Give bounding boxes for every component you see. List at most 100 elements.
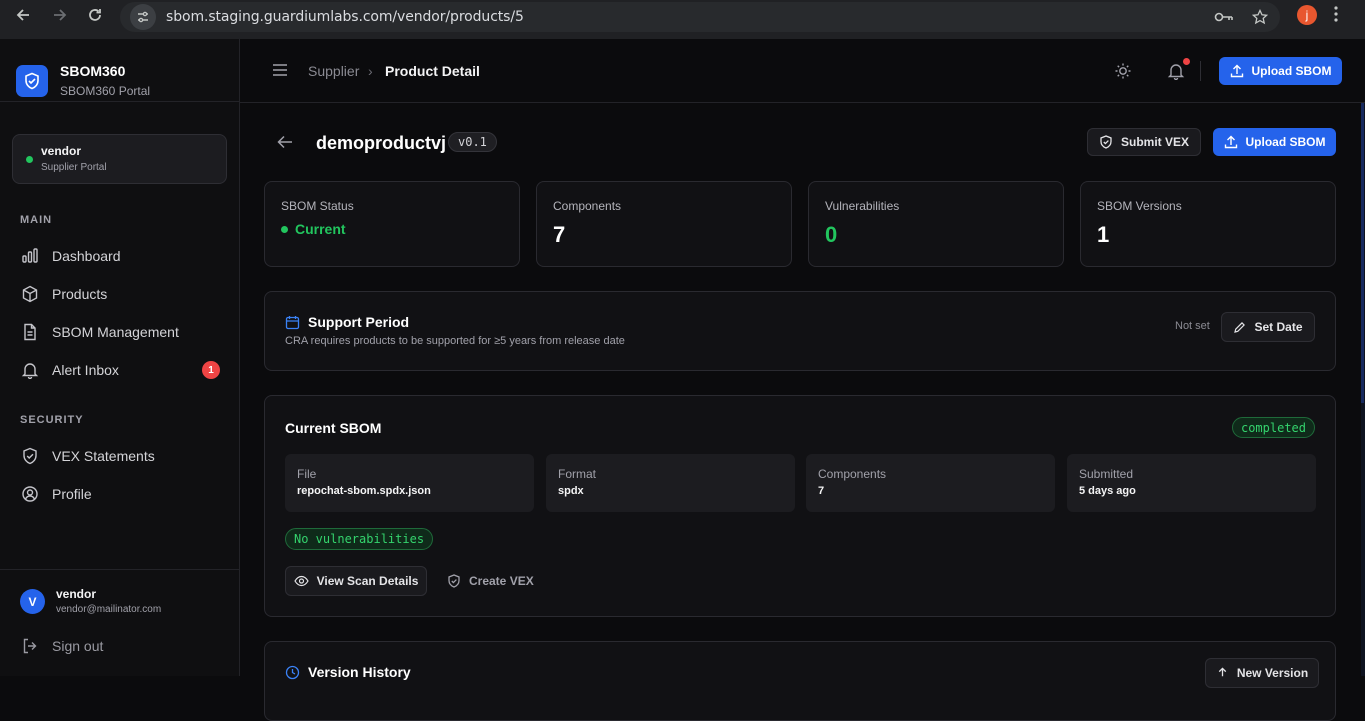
- stat-label: SBOM Status: [281, 199, 354, 213]
- menu-icon[interactable]: [272, 63, 288, 77]
- arrow-left-icon: [16, 9, 29, 21]
- page-title: demoproductvj: [316, 133, 447, 153]
- user-name: vendor: [56, 587, 97, 601]
- star-icon[interactable]: [1252, 9, 1268, 25]
- stat-value: 0: [825, 222, 838, 247]
- view-scan-details-button[interactable]: View Scan Details: [285, 566, 427, 596]
- user-circle-icon: [20, 484, 40, 504]
- divider: [0, 569, 239, 570]
- stat-card-components: Components 7: [536, 181, 792, 267]
- status-indicator: Current: [281, 221, 346, 237]
- stat-card-vulnerabilities: Vulnerabilities 0: [808, 181, 1064, 267]
- create-vex-label: Create VEX: [469, 574, 534, 588]
- upload-icon: [1230, 64, 1243, 78]
- info-cell-file: File repochat-sbom.spdx.json: [285, 454, 534, 512]
- browser-menu-icon[interactable]: [1334, 6, 1338, 22]
- info-label: Format: [558, 467, 597, 481]
- back-arrow-icon[interactable]: [277, 135, 293, 149]
- info-cell-components: Components 7: [806, 454, 1055, 512]
- notification-bell-icon[interactable]: [1167, 62, 1185, 80]
- shield-icon: [448, 574, 460, 588]
- info-cell-format: Format spdx: [546, 454, 795, 512]
- stat-value: 1: [1097, 222, 1110, 247]
- breadcrumb-supplier[interactable]: Supplier: [308, 63, 359, 79]
- new-version-button[interactable]: New Version: [1205, 658, 1319, 688]
- upload-label: Upload SBOM: [1245, 135, 1326, 149]
- eye-icon: [293, 575, 309, 587]
- upload-icon: [1218, 666, 1227, 676]
- stat-label: Vulnerabilities: [825, 199, 900, 213]
- arrow-right-icon: [54, 9, 67, 21]
- brand[interactable]: SBOM360 SBOM360 Portal: [16, 63, 150, 98]
- sidebar-item-alert-inbox[interactable]: Alert Inbox 1: [20, 355, 220, 385]
- support-period-panel: Support Period CRA requires products to …: [264, 291, 1336, 371]
- sidebar-item-products[interactable]: Products: [20, 279, 220, 309]
- stat-value: 7: [553, 222, 566, 247]
- back-button[interactable]: [5, 0, 41, 30]
- profile-avatar[interactable]: j: [1297, 5, 1317, 25]
- clock-icon: [285, 665, 300, 679]
- create-vex-button[interactable]: Create VEX: [447, 574, 534, 588]
- forward-button[interactable]: [42, 0, 78, 30]
- info-label: File: [297, 467, 317, 481]
- brand-title: SBOM360: [60, 63, 126, 79]
- section-label-security: SECURITY: [20, 414, 84, 426]
- alert-count-badge: 1: [202, 361, 220, 379]
- site-settings-icon[interactable]: [130, 4, 156, 30]
- support-period-status: Not set: [1175, 320, 1210, 332]
- version-history-title: Version History: [285, 664, 411, 680]
- online-status-dot: [26, 156, 33, 163]
- version-badge: v0.1: [448, 132, 497, 152]
- info-label: Submitted: [1079, 467, 1134, 481]
- divider: [1200, 61, 1201, 81]
- status-badge: completed: [1231, 417, 1315, 438]
- sidebar-item-label: Alert Inbox: [52, 362, 119, 378]
- sidebar-item-sbom-management[interactable]: SBOM Management: [20, 317, 220, 347]
- stat-card-sbom-versions: SBOM Versions 1: [1080, 181, 1336, 267]
- reload-button[interactable]: [77, 0, 113, 30]
- info-label: Components: [818, 467, 887, 481]
- user-email: vendor@mailinator.com: [56, 604, 162, 615]
- version-history-panel: Version History New Version: [264, 641, 1336, 721]
- address-bar[interactable]: sbom.staging.guardiumlabs.com/vendor/pro…: [120, 2, 1280, 32]
- header-upload-sbom-button[interactable]: Upload SBOM: [1219, 57, 1342, 85]
- stat-label: SBOM Versions: [1097, 199, 1182, 213]
- notification-dot: [1183, 58, 1190, 65]
- sidebar-item-label: Products: [52, 286, 108, 302]
- view-scan-label: View Scan Details: [316, 574, 419, 588]
- shield-check-icon: [20, 446, 40, 466]
- support-period-title: Support Period: [285, 314, 409, 330]
- sidebar-item-label: SBOM Management: [52, 324, 179, 340]
- stat-label: Components: [553, 199, 622, 213]
- set-date-label: Set Date: [1254, 320, 1303, 334]
- file-icon: [20, 322, 40, 342]
- sidebar-item-vex-statements[interactable]: VEX Statements: [20, 441, 220, 471]
- theme-toggle-icon[interactable]: [1114, 62, 1132, 80]
- info-cell-submitted: Submitted 5 days ago: [1067, 454, 1316, 512]
- portal-name: vendor: [41, 144, 82, 158]
- stat-card-sbom-status: SBOM Status Current: [264, 181, 520, 267]
- portal-switcher[interactable]: vendor Supplier Portal: [12, 134, 227, 184]
- submit-vex-button[interactable]: Submit VEX: [1087, 128, 1201, 156]
- info-value: 7: [818, 485, 825, 497]
- scrollbar[interactable]: [1361, 103, 1365, 676]
- avatar[interactable]: V: [20, 589, 45, 614]
- set-date-button[interactable]: Set Date: [1221, 312, 1315, 342]
- support-period-description: CRA requires products to be supported fo…: [285, 335, 625, 347]
- box-icon: [20, 284, 40, 304]
- sidebar-item-dashboard[interactable]: Dashboard: [20, 241, 220, 271]
- sidebar-item-label: Profile: [52, 486, 92, 502]
- sidebar-item-profile[interactable]: Profile: [20, 479, 220, 509]
- version-history-label: Version History: [308, 664, 411, 680]
- url-text: sbom.staging.guardiumlabs.com/vendor/pro…: [166, 9, 524, 25]
- info-value: spdx: [558, 485, 584, 497]
- calendar-icon: [285, 315, 300, 329]
- upload-sbom-button[interactable]: Upload SBOM: [1213, 128, 1336, 156]
- shield-icon: [1100, 135, 1112, 149]
- sign-out-button[interactable]: Sign out: [20, 631, 220, 661]
- main-content: demoproductvj v0.1 Submit VEX Upload SBO…: [240, 103, 1365, 721]
- key-icon[interactable]: [1214, 10, 1234, 24]
- sign-out-label: Sign out: [52, 638, 104, 654]
- submit-vex-label: Submit VEX: [1120, 135, 1189, 149]
- upload-label: Upload SBOM: [1251, 64, 1332, 78]
